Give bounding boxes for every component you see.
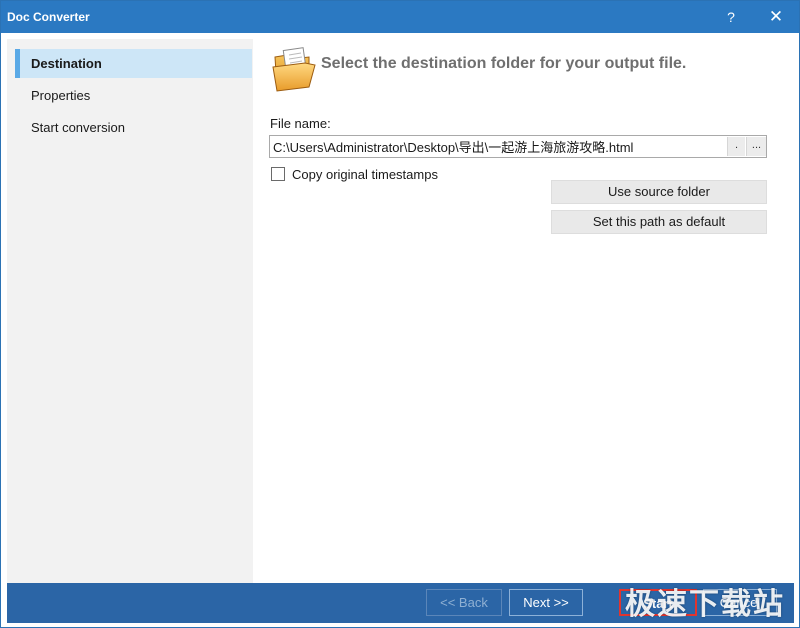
doc-converter-window: Doc Converter ? ✕ Destination Properties… [0,0,800,628]
use-source-folder-button[interactable]: Use source folder [551,180,767,204]
close-button[interactable]: ✕ [754,1,798,33]
next-button[interactable]: Next >> [509,589,583,616]
file-name-label: File name: [270,116,331,131]
open-folder-icon [272,47,316,92]
browse-button[interactable]: ... [746,137,766,156]
dot-button[interactable]: . [727,137,745,156]
main-content: Select the destination folder for your o… [253,39,794,583]
sidebar: Destination Properties Start conversion [7,39,253,583]
file-name-input[interactable] [270,136,725,157]
set-default-path-button[interactable]: Set this path as default [551,210,767,234]
help-icon: ? [727,9,735,25]
watermark: 极速下载站 [625,588,785,621]
back-button[interactable]: << Back [426,589,502,616]
page-heading: Select the destination folder for your o… [321,55,687,72]
close-icon: ✕ [768,7,784,26]
copy-timestamps-checkbox[interactable] [271,167,285,181]
copy-timestamps-row: Copy original timestamps [271,166,438,182]
copy-timestamps-label[interactable]: Copy original timestamps [292,167,438,182]
file-name-row: . ... [269,135,767,158]
window-title: Doc Converter [7,10,90,24]
help-button[interactable]: ? [709,1,753,33]
sidebar-item-properties[interactable]: Properties [15,81,252,110]
sidebar-item-destination[interactable]: Destination [15,49,252,78]
sidebar-item-start-conversion[interactable]: Start conversion [15,113,252,142]
title-bar: Doc Converter ? ✕ [1,1,799,33]
